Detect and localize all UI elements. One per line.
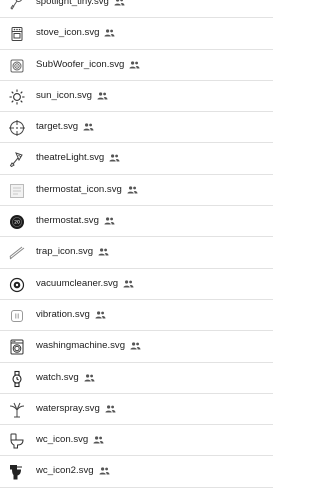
spotlight-icon <box>8 0 26 12</box>
stove-icon <box>8 25 26 43</box>
file-name: thermostat.svg <box>36 215 99 227</box>
subwoofer-icon <box>8 57 26 75</box>
file-row-sun-icon[interactable]: sun_icon.svg <box>0 81 273 113</box>
file-name: spotlight_tiny.svg <box>36 0 109 7</box>
file-name: vacuumcleaner.svg <box>36 277 119 289</box>
file-list: spotlight_tiny.svg stove_icon.svg SubWoo… <box>0 0 273 488</box>
file-name: washingmachine.svg <box>36 340 126 352</box>
shared-icon <box>95 311 106 319</box>
file-row-watch[interactable]: watch.svg <box>0 363 273 394</box>
shared-icon <box>84 373 95 382</box>
washing-machine-icon <box>8 338 26 356</box>
sun-icon <box>8 88 26 106</box>
shared-icon <box>105 405 116 413</box>
file-row-stove-icon[interactable]: stove_icon.svg <box>0 18 273 50</box>
trap-icon <box>8 244 26 262</box>
svg-text:20: 20 <box>14 220 20 226</box>
shared-icon <box>130 342 141 350</box>
shared-icon <box>83 123 94 131</box>
file-name: wc_icon.svg <box>36 434 89 446</box>
theatre-light-icon <box>8 150 26 168</box>
shared-icon <box>93 436 104 444</box>
vibration-icon <box>8 307 26 325</box>
file-name: trap_icon.svg <box>36 246 94 258</box>
target-icon <box>8 119 26 137</box>
file-name: vibration.svg <box>36 308 90 320</box>
file-row-spotlight-tiny[interactable]: spotlight_tiny.svg <box>0 0 273 19</box>
water-spray-icon <box>8 401 26 419</box>
file-row-subwoofer-icon[interactable]: SubWoofer_icon.svg <box>0 50 273 81</box>
file-name: thermostat_icon.svg <box>36 183 122 195</box>
file-row-washingmachine[interactable]: washingmachine.svg <box>0 331 273 363</box>
vacuum-cleaner-icon <box>8 276 26 294</box>
wc-alt-icon <box>8 463 26 481</box>
shared-icon <box>114 0 125 6</box>
file-row-waterspray[interactable]: waterspray.svg <box>0 394 273 426</box>
watch-icon <box>8 370 26 388</box>
thermostat-dial-icon: 20 <box>8 213 26 231</box>
file-name: stove_icon.svg <box>36 27 100 39</box>
file-name: wc_icon2.svg <box>36 465 94 477</box>
shared-icon <box>97 92 108 100</box>
shared-icon <box>104 217 115 225</box>
shared-icon <box>104 29 115 37</box>
file-row-thermostat-icon[interactable]: thermostat_icon.svg <box>0 175 273 207</box>
file-row-target[interactable]: target.svg <box>0 112 273 144</box>
shared-icon <box>127 186 138 194</box>
file-row-vacuumcleaner[interactable]: vacuumcleaner.svg <box>0 269 273 300</box>
shared-icon <box>123 280 134 288</box>
wc-icon <box>8 432 26 450</box>
file-row-thermostat[interactable]: 20 thermostat.svg <box>0 206 273 238</box>
thermostat-panel-icon <box>8 182 26 200</box>
shared-icon <box>99 467 110 475</box>
file-name: SubWoofer_icon.svg <box>36 58 125 70</box>
file-row-theatre-light[interactable]: theatreLight.svg <box>0 143 273 175</box>
file-row-vibration[interactable]: vibration.svg <box>0 300 273 332</box>
file-row-trap-icon[interactable]: trap_icon.svg <box>0 237 273 269</box>
file-row-wc-icon[interactable]: wc_icon.svg <box>0 425 273 457</box>
file-name: target.svg <box>36 121 79 133</box>
shared-icon <box>98 248 109 256</box>
file-name: sun_icon.svg <box>36 89 92 101</box>
shared-icon <box>109 154 120 162</box>
file-name: waterspray.svg <box>36 402 100 414</box>
file-name: theatreLight.svg <box>36 152 105 164</box>
shared-icon <box>129 60 140 69</box>
file-row-wc-icon2[interactable]: wc_icon2.svg <box>0 456 273 488</box>
file-name: watch.svg <box>36 371 79 383</box>
